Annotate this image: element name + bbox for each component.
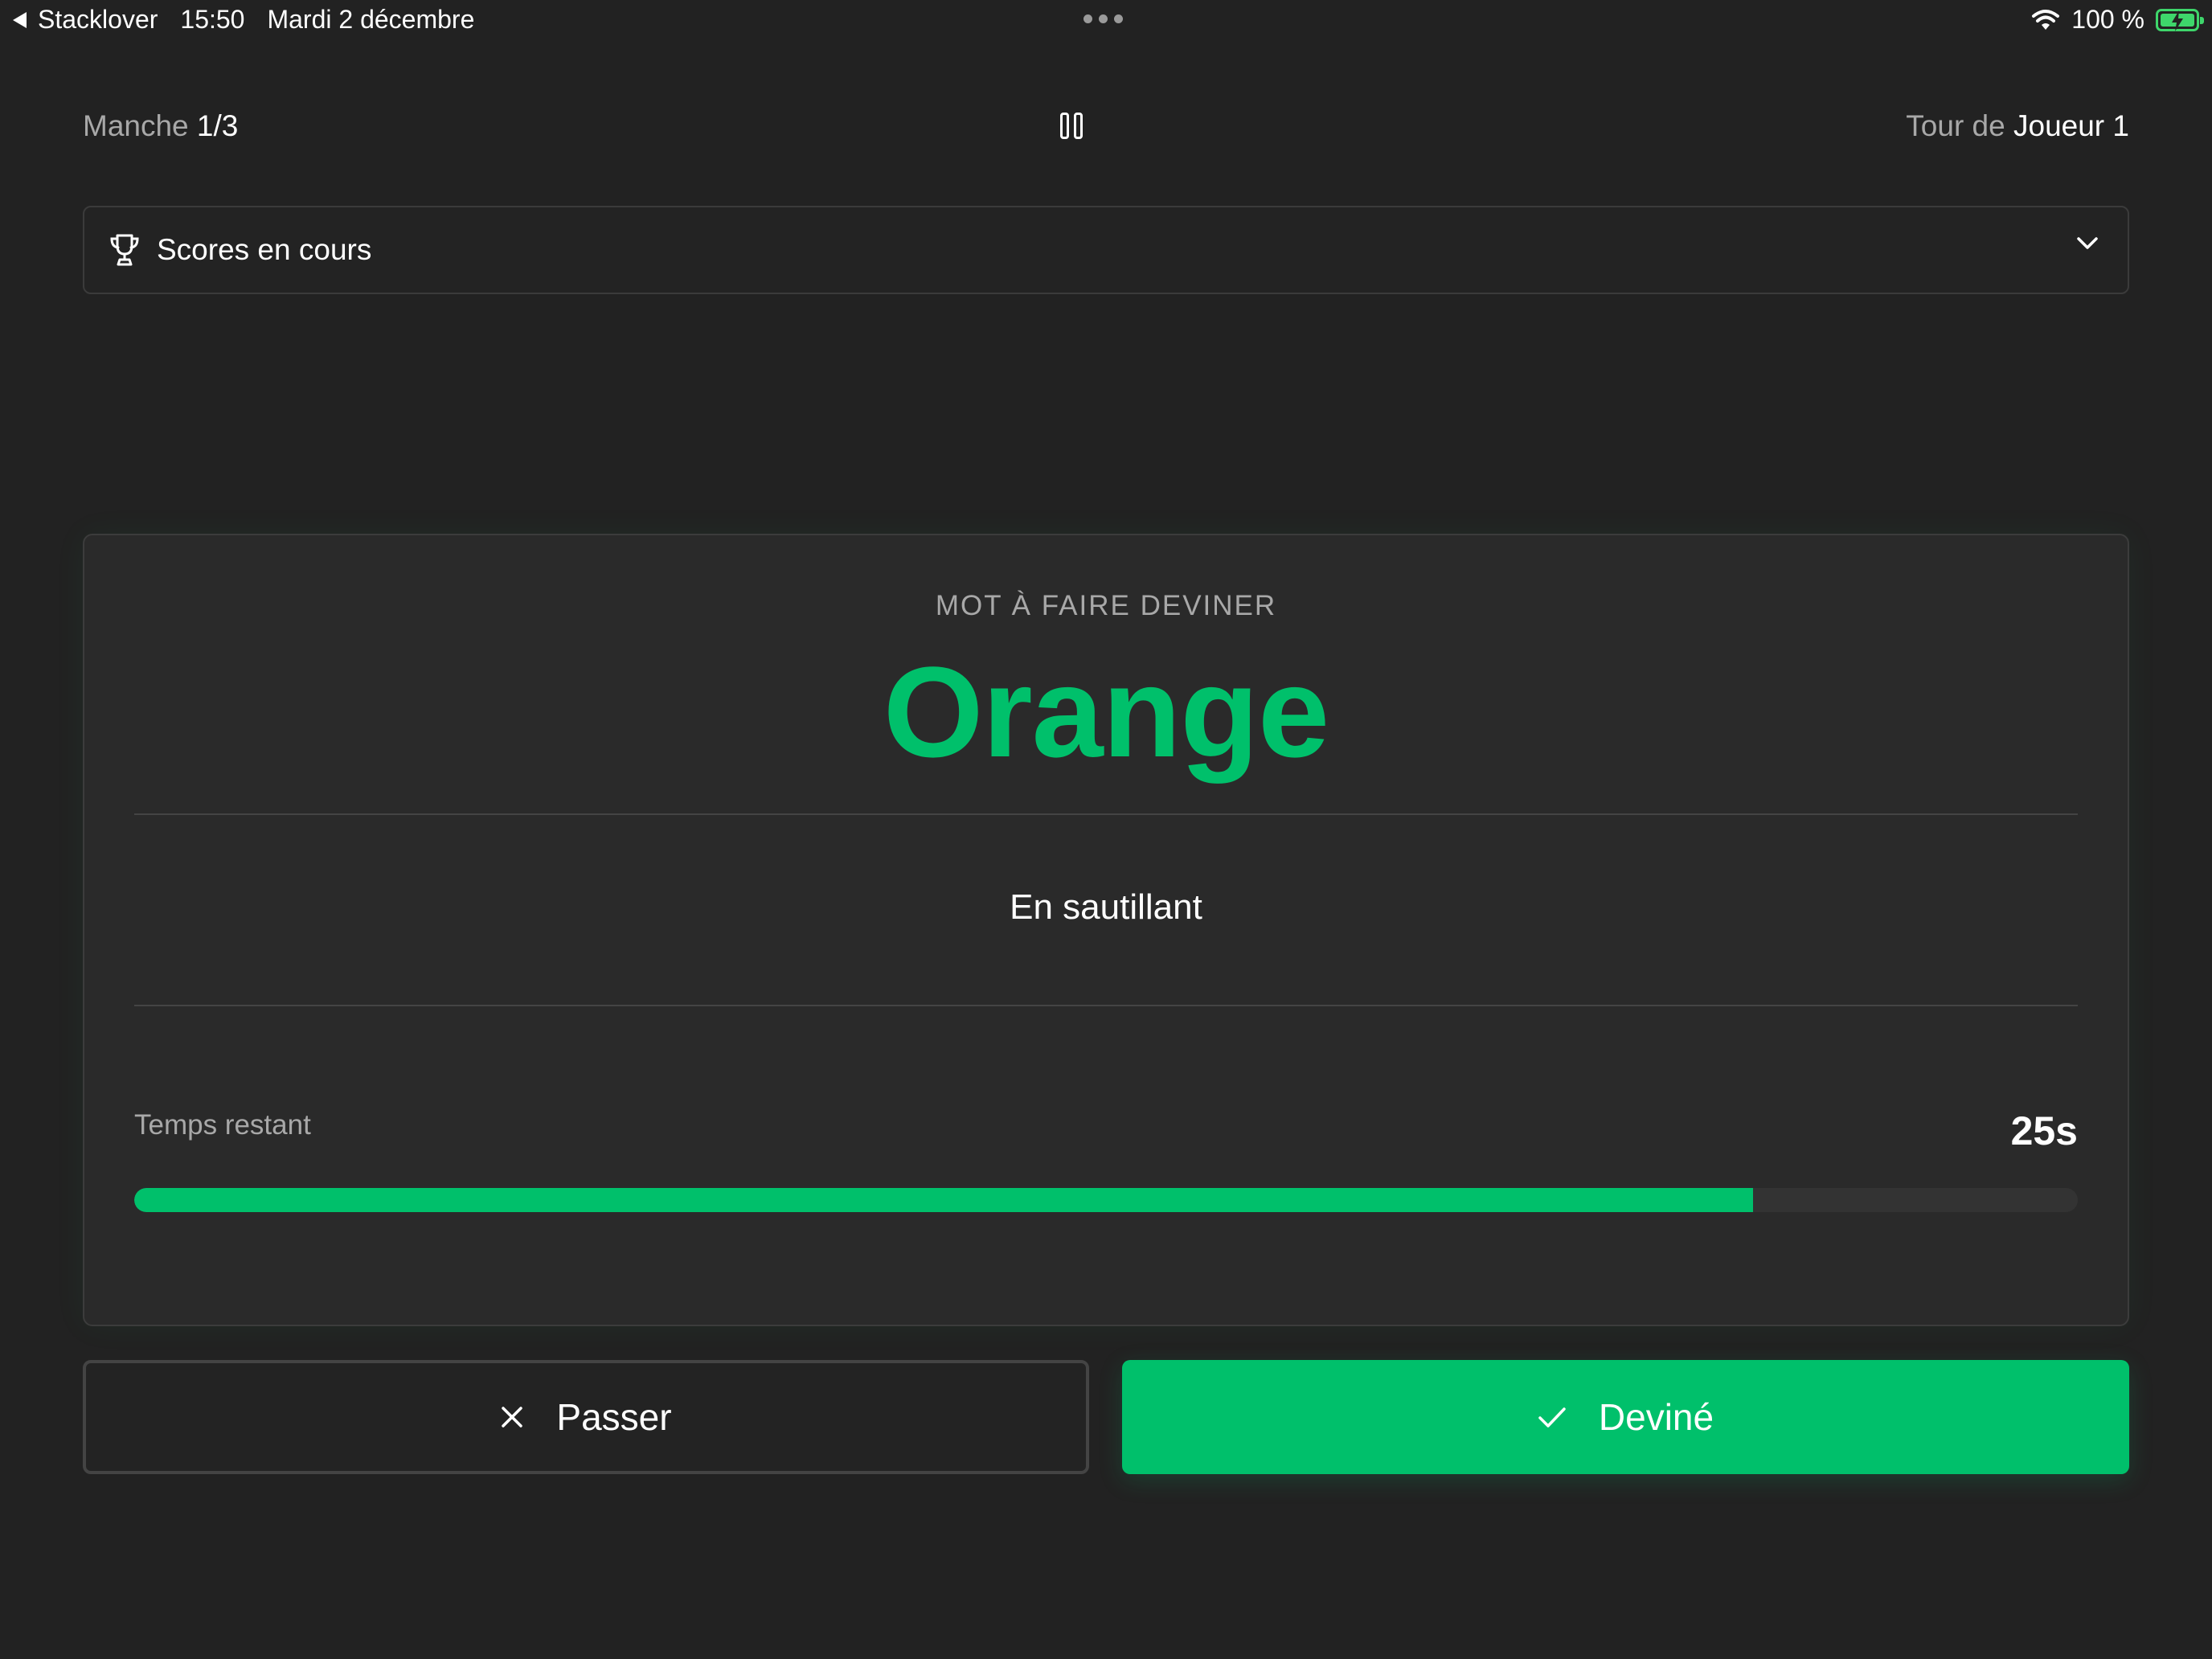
status-time: 15:50 (180, 5, 245, 34)
trophy-icon (109, 233, 141, 267)
back-app-link[interactable]: Stacklover (38, 5, 158, 35)
skip-button-label: Passer (556, 1396, 672, 1438)
multitasking-dots-icon[interactable] (1083, 14, 1123, 23)
back-arrow-icon[interactable] (13, 11, 27, 28)
guessed-button[interactable]: Deviné (1122, 1360, 2129, 1474)
scores-accordion[interactable]: Scores en cours (83, 206, 2129, 294)
pause-button[interactable] (1060, 113, 1084, 141)
word-to-guess: Orange (883, 640, 1329, 784)
check-icon (1538, 1406, 1567, 1428)
turn-indicator: Tour de Joueur 1 (1906, 109, 2129, 143)
word-card-label: MOT À FAIRE DEVINER (935, 590, 1277, 621)
chevron-down-icon (2077, 237, 2098, 249)
battery-percentage: 100 % (2071, 5, 2144, 34)
close-icon (500, 1405, 524, 1429)
round-value: 1/3 (196, 109, 239, 142)
timer-progress-track (134, 1188, 2078, 1212)
skip-button[interactable]: Passer (83, 1360, 1089, 1474)
game-screen: Stacklover 15:50 Mardi 2 décembre 100 % (0, 0, 2212, 1659)
word-card: MOT À FAIRE DEVINER Orange En sautillant… (83, 534, 2129, 1326)
timer-progress-fill (134, 1188, 1754, 1212)
battery-charging-icon (2156, 8, 2204, 31)
time-remaining-label: Temps restant (134, 1109, 311, 1141)
round-indicator: Manche 1/3 (83, 109, 238, 143)
status-bar-right: 100 % (2031, 5, 2204, 35)
pause-icon (1060, 113, 1069, 139)
divider (134, 1005, 2078, 1006)
turn-player: Joueur 1 (2013, 109, 2129, 142)
status-date: Mardi 2 décembre (267, 5, 475, 34)
guessed-button-label: Deviné (1598, 1396, 1714, 1438)
round-prefix: Manche (83, 109, 189, 142)
wifi-icon (2032, 9, 2060, 30)
turn-prefix: Tour de (1906, 109, 2005, 142)
time-remaining-value: 25s (2010, 1108, 2078, 1153)
status-bar: Stacklover 15:50 Mardi 2 décembre 100 % (0, 0, 2212, 42)
divider (134, 813, 2078, 815)
status-bar-left: Stacklover 15:50 Mardi 2 décembre (13, 5, 474, 35)
scores-label: Scores en cours (157, 233, 372, 266)
word-hint: En sautillant (1010, 887, 1202, 927)
game-header: Manche 1/3 Tour de Joueur 1 (83, 104, 2129, 153)
